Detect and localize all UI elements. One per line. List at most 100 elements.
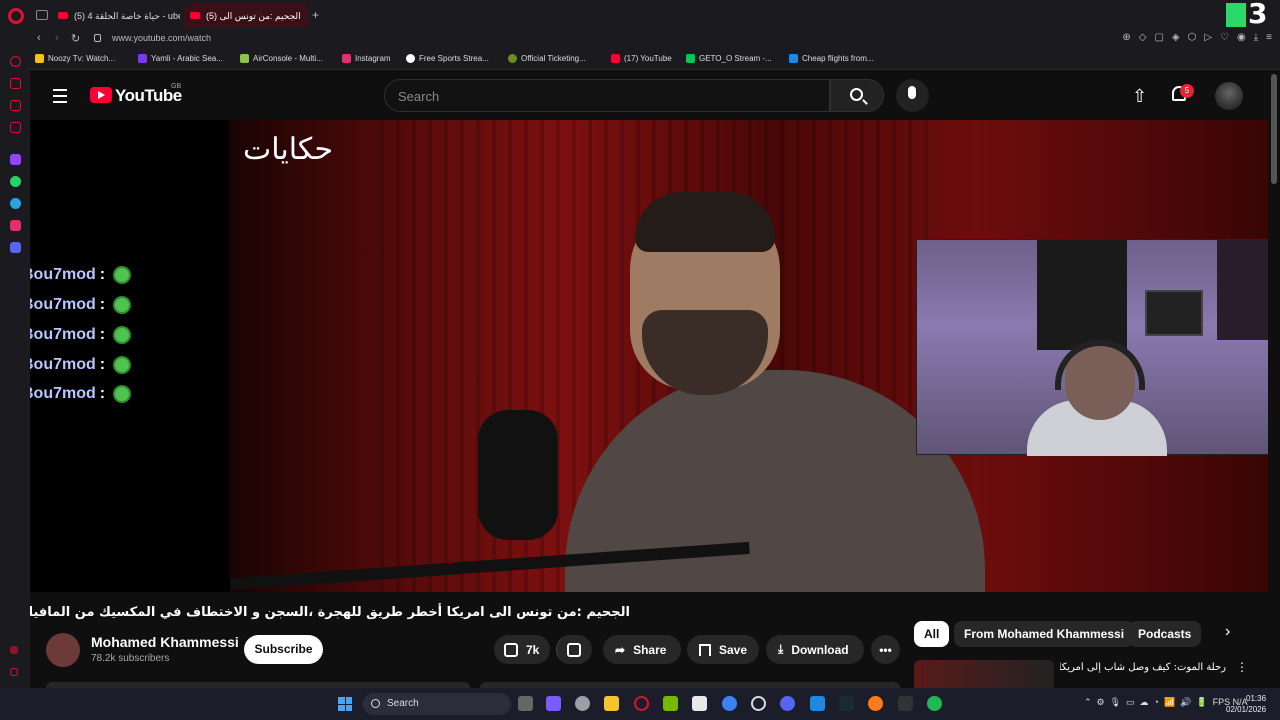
bookmark-official-ticketing[interactable]: Official Ticketing... [508,54,586,63]
bookmark-noozy[interactable]: Noozy Tv: Watch... [35,54,115,63]
chip-podcasts[interactable]: Podcasts [1128,621,1202,647]
system-tray[interactable]: ⌃ ⚙ 🎙 ▭ ☁ ◔ 📶 🔊 🔋 FPS N/A [1084,697,1248,708]
create-upload-icon[interactable]: ⇧ [1132,86,1147,107]
play-icon[interactable]: ▷ [1204,32,1212,43]
tab-overview-icon[interactable] [36,10,48,20]
opera-gx-icon[interactable] [634,696,649,711]
tab-1[interactable]: (5) حياة خاصة الحلقة 4 - ube [52,4,180,28]
save-button[interactable]: Save [687,635,759,664]
download-button[interactable]: ⤓ Download [766,635,864,664]
tab-2-active[interactable]: (5) الجحيم :من تونس الى [184,4,308,28]
bookmark-cheap-flights[interactable]: Cheap flights from... [789,54,874,63]
dislike-button[interactable] [556,635,592,664]
reload-button[interactable]: ↻ [71,32,80,45]
settings-icon[interactable] [10,668,18,676]
url-field[interactable]: www.youtube.com/watch [112,33,211,43]
file-explorer-icon[interactable] [604,696,619,711]
bookmark-icon [240,54,249,63]
recommended-menu-button[interactable]: ⋮ [1236,660,1248,674]
whatsapp-icon[interactable] [10,176,21,187]
app-icon[interactable] [722,696,737,711]
heart-icon[interactable]: ♡ [1220,32,1229,43]
gx-corner-icon[interactable] [10,122,21,133]
taskbar-clock[interactable]: 01:36 02/01/2026 [1226,693,1266,715]
app-icon[interactable] [810,696,825,711]
snapshot-icon[interactable]: ▢ [1154,32,1163,43]
bookmark-label: (17) YouTube [624,54,672,63]
gx-icon[interactable] [10,646,18,654]
discord-icon[interactable] [10,242,21,253]
share-label: Share [633,642,667,657]
player-icon[interactable] [10,78,21,89]
account-icon[interactable]: ◉ [1237,32,1246,43]
youtube-icon [611,54,620,63]
windows-taskbar: Search ⌃ ⚙ 🎙 ▭ ☁ ◔ 📶 🔊 🔋 FPS N/A 01:36 0… [0,688,1280,720]
recommended-thumbnail[interactable] [914,660,1054,688]
chips-next-button[interactable]: › [1225,623,1230,641]
new-tab-button[interactable]: + [312,8,319,22]
chip-all[interactable]: All [914,621,950,647]
webcam-poster [1037,240,1127,350]
telegram-icon[interactable] [10,198,21,209]
youtube-page: YouTube GB Search ⇧ 5 حكايات Bou7mod: Bo… [30,70,1268,688]
bookmark-instagram[interactable]: Instagram [342,54,391,63]
instagram-icon[interactable] [10,220,21,231]
chip-from-channel[interactable]: From Mohamed Khammessi [954,621,1135,647]
settings-icon[interactable] [575,696,590,711]
recommended-title[interactable]: رحلة الموت: كيف وصل شاب إلى أمريكا عبر أ… [1060,662,1226,673]
scrollbar-thumb[interactable] [1271,74,1277,184]
task-view-icon[interactable] [518,696,533,711]
forward-button[interactable]: › [55,32,59,44]
video-player[interactable]: حكايات Bou7mod: Bou7mod: Bou7mod: Bou7mo… [30,120,1268,592]
more-actions-button[interactable]: ••• [871,635,900,664]
k3-logo: 3 [1226,0,1272,30]
chat-separator: : [99,385,106,402]
back-button[interactable]: ‹ [37,32,41,44]
taskbar-search[interactable]: Search [363,693,511,715]
search-button[interactable] [830,79,884,112]
bookmark-free-sports[interactable]: Free Sports Strea... [406,54,489,63]
voice-search-button[interactable] [896,79,929,112]
bookmark-youtube[interactable]: (17) YouTube [611,54,672,63]
emote-icon [113,326,132,344]
windows-start-icon[interactable] [338,697,352,711]
cube-icon[interactable]: ⬡ [1188,32,1197,43]
search-input[interactable]: Search [384,79,830,112]
opera-logo-icon[interactable] [8,8,24,24]
bookmark-geto[interactable]: GETO_O Stream -... [686,54,772,63]
gaming-icon[interactable] [10,100,21,111]
account-avatar[interactable] [1215,82,1243,110]
bookmark-yamli[interactable]: Yamli - Arabic Sea... [138,54,223,63]
channel-name[interactable]: Mohamed Khammessi [91,634,239,650]
bookmark-airconsole[interactable]: AirConsole - Multi... [240,54,323,63]
chrome-icon[interactable] [751,696,766,711]
steam-icon[interactable] [839,696,854,711]
epic-games-icon[interactable] [898,696,913,711]
twitch-icon[interactable] [10,154,21,165]
shield-icon[interactable]: ◈ [1172,32,1180,43]
hamburger-menu-icon[interactable] [53,89,67,107]
discord-icon[interactable] [780,696,795,711]
bookmarks-bar: Noozy Tv: Watch... Yamli - Arabic Sea...… [0,48,1280,70]
channel-avatar[interactable] [46,633,80,667]
menu-icon[interactable]: ≡ [1266,32,1272,43]
page-scrollbar[interactable] [1268,70,1280,688]
download-icon[interactable]: ⤓ [1254,32,1258,43]
store-icon[interactable] [692,696,707,711]
zoom-icon[interactable]: ⊕ [1122,32,1130,43]
nvidia-icon[interactable] [663,696,678,711]
video-guest-hair [635,192,775,252]
chat-username: Bou7mod [30,296,96,313]
youtube-logo-icon[interactable] [90,87,112,103]
bookmark-label: Official Ticketing... [521,54,586,63]
spotify-icon[interactable] [927,696,942,711]
studio-microphone [478,410,558,540]
copilot-icon[interactable] [546,696,561,711]
aria-icon[interactable] [10,56,21,67]
like-button[interactable]: 7k [494,635,550,664]
subscribe-button[interactable]: Subscribe [244,635,323,664]
thumbs-down-icon [567,642,581,657]
app-icon[interactable] [868,696,883,711]
share-button[interactable]: ➦ Share [603,635,681,664]
pin-icon[interactable]: ◇ [1139,32,1147,43]
